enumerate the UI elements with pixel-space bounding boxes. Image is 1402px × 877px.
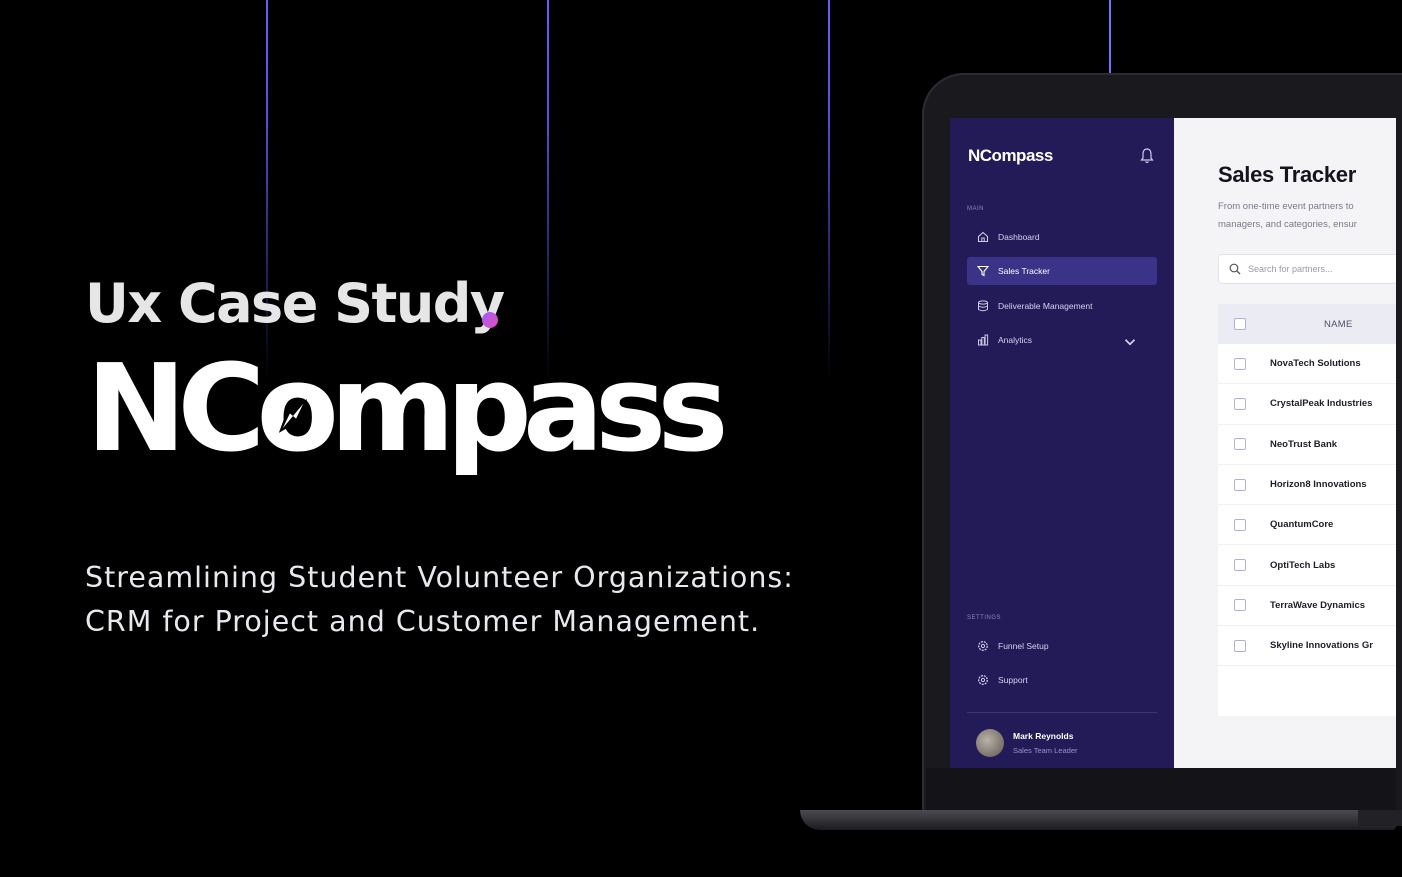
tagline-line: Streamlining Student Volunteer Organizat… bbox=[85, 561, 794, 594]
table-row[interactable]: CrystalPeak Industries bbox=[1218, 384, 1396, 425]
table-row[interactable]: NovaTech Solutions bbox=[1218, 344, 1396, 385]
decorative-line bbox=[828, 0, 830, 380]
search-icon bbox=[1229, 263, 1241, 275]
laptop-base bbox=[800, 810, 1396, 830]
row-checkbox[interactable] bbox=[1234, 438, 1246, 451]
table-row[interactable]: Horizon8 Innovations bbox=[1218, 465, 1396, 506]
home-icon bbox=[977, 231, 989, 243]
partners-table: NAME NovaTech Solutions CrystalPeak Indu… bbox=[1218, 304, 1396, 716]
row-checkbox[interactable] bbox=[1234, 599, 1246, 612]
sidebar-item-support[interactable]: Support bbox=[967, 666, 1157, 694]
row-checkbox[interactable] bbox=[1234, 518, 1246, 531]
main-panel: Sales Tracker From one-time event partne… bbox=[1174, 118, 1396, 768]
sidebar-item-label: Sales Tracker bbox=[998, 266, 1050, 276]
table-row[interactable]: OptiTech Labs bbox=[1218, 545, 1396, 586]
sidebar-item-label: Deliverable Management bbox=[998, 301, 1093, 311]
table-row[interactable]: NeoTrust Bank bbox=[1218, 425, 1396, 465]
partner-name: TerraWave Dynamics bbox=[1270, 599, 1366, 611]
sidebar: NCompass MAIN Dashboard Sales Tracker De… bbox=[950, 118, 1174, 768]
database-icon bbox=[978, 300, 988, 312]
brand-wordmark: NCompass bbox=[86, 350, 729, 470]
search-input[interactable] bbox=[1248, 264, 1388, 274]
sidebar-section-main: MAIN bbox=[967, 206, 984, 212]
row-checkbox[interactable] bbox=[1234, 397, 1246, 410]
sidebar-item-label: Analytics bbox=[998, 335, 1033, 345]
sidebar-item-label: Support bbox=[998, 675, 1028, 685]
sidebar-item-analytics[interactable]: Analytics bbox=[967, 326, 1157, 354]
search-box bbox=[1218, 254, 1396, 284]
filter-icon bbox=[977, 265, 989, 277]
laptop-base-edge bbox=[1358, 810, 1402, 826]
table-row[interactable]: Skyline Innovations Gr bbox=[1218, 626, 1396, 667]
partner-name: Horizon8 Innovations bbox=[1270, 479, 1367, 491]
description-line: managers, and categories, ensur bbox=[1218, 219, 1357, 230]
app-logo: NCompass bbox=[968, 146, 1053, 165]
page-description: From one-time event partners to managers… bbox=[1218, 198, 1396, 234]
bell-icon[interactable] bbox=[1140, 148, 1154, 164]
avatar[interactable] bbox=[976, 729, 1004, 757]
laptop-chin bbox=[926, 768, 1396, 812]
table-row[interactable]: TerraWave Dynamics bbox=[1218, 586, 1396, 627]
select-all-checkbox[interactable] bbox=[1234, 318, 1246, 330]
tagline: Streamlining Student Volunteer Organizat… bbox=[85, 556, 794, 644]
sidebar-item-sales-tracker[interactable]: Sales Tracker bbox=[967, 257, 1157, 285]
sidebar-item-dashboard[interactable]: Dashboard bbox=[967, 223, 1157, 251]
sidebar-section-settings: SETTINGS bbox=[967, 615, 1002, 621]
user-role: Sales Team Leader bbox=[1013, 746, 1078, 755]
partner-name: QuantumCore bbox=[1270, 519, 1334, 531]
chart-icon bbox=[978, 334, 989, 346]
user-name: Mark Reynolds bbox=[1013, 731, 1074, 741]
decorative-line bbox=[547, 0, 549, 380]
table-row[interactable]: QuantumCore bbox=[1218, 505, 1396, 546]
column-header-name: NAME bbox=[1324, 318, 1353, 330]
decorative-line bbox=[1109, 0, 1111, 80]
row-checkbox[interactable] bbox=[1234, 357, 1246, 370]
page-title: Sales Tracker bbox=[1218, 162, 1356, 187]
partner-name: NovaTech Solutions bbox=[1270, 358, 1361, 370]
gear-icon bbox=[978, 675, 988, 685]
compass-o: o bbox=[257, 350, 340, 470]
gear-icon bbox=[978, 641, 988, 651]
sidebar-item-funnel-setup[interactable]: Funnel Setup bbox=[967, 632, 1157, 660]
partner-name: OptiTech Labs bbox=[1270, 559, 1336, 571]
brand-prefix: NC bbox=[86, 340, 265, 479]
eyebrow-heading: Ux Case Study bbox=[85, 272, 505, 335]
partner-name: Skyline Innovations Gr bbox=[1270, 640, 1373, 652]
row-checkbox[interactable] bbox=[1234, 478, 1246, 491]
partner-name: NeoTrust Bank bbox=[1270, 438, 1338, 450]
sidebar-divider bbox=[967, 712, 1157, 713]
accent-dot bbox=[482, 312, 498, 328]
row-checkbox[interactable] bbox=[1234, 559, 1246, 572]
partner-name: CrystalPeak Industries bbox=[1270, 398, 1373, 410]
sidebar-item-label: Dashboard bbox=[998, 232, 1040, 242]
brand-suffix: mpass bbox=[329, 340, 729, 479]
sidebar-item-deliverable-management[interactable]: Deliverable Management bbox=[967, 292, 1157, 320]
tagline-line: CRM for Project and Customer Management. bbox=[85, 605, 761, 638]
sidebar-item-label: Funnel Setup bbox=[998, 641, 1049, 651]
table-header: NAME bbox=[1218, 304, 1396, 344]
description-line: From one-time event partners to bbox=[1218, 201, 1354, 212]
chevron-down-icon[interactable] bbox=[1124, 336, 1136, 348]
row-checkbox[interactable] bbox=[1234, 639, 1246, 652]
app-screen: NCompass MAIN Dashboard Sales Tracker De… bbox=[950, 118, 1396, 768]
